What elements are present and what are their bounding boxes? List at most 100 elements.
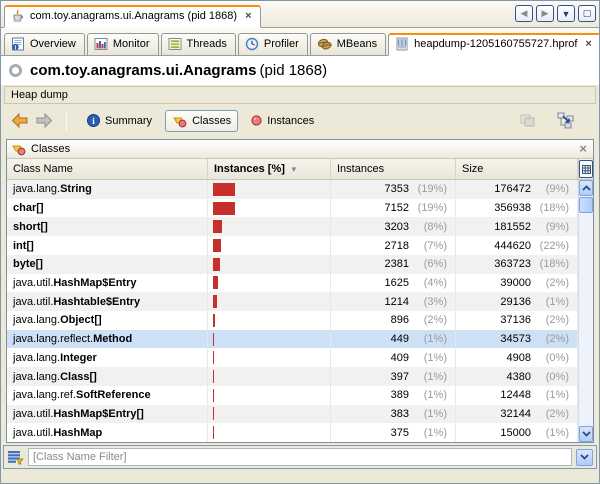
vertical-scrollbar[interactable] (578, 180, 593, 442)
instances-view-button[interactable]: Instances (244, 111, 321, 131)
class-name-filter-bar (3, 445, 597, 469)
scroll-right-icon[interactable]: ▶ (536, 5, 554, 22)
heap-walker-icon[interactable] (557, 112, 575, 129)
classes-label: Classes (192, 115, 231, 127)
instances-bar (213, 276, 218, 289)
instances-bar (213, 202, 235, 215)
tab-label: MBeans (337, 38, 377, 50)
tab-strip-controls: ◀ ▶ ▼ ▢ (515, 4, 596, 22)
tab-overview[interactable]: i Overview (4, 33, 85, 56)
size-cell: 181552(9%) (456, 217, 578, 236)
size-cell: 444620(22%) (456, 236, 578, 255)
tab-threads[interactable]: Threads (161, 33, 236, 56)
size-cell: 32144(2%) (456, 405, 578, 424)
table-row[interactable]: java.util.HashMap$Entry[] 383(1%) 32144(… (7, 405, 578, 424)
instances-bar-cell (208, 180, 331, 199)
table-row[interactable]: short[] 3203(8%) 181552(9%) (7, 217, 578, 236)
classes-view-button[interactable]: Classes (165, 110, 238, 132)
instances-bar-cell (208, 236, 331, 255)
table-row[interactable]: java.lang.Class[] 397(1%) 4380(0%) (7, 367, 578, 386)
instances-cell: 1625(4%) (331, 274, 456, 293)
column-header-class-name[interactable]: Class Name (7, 159, 208, 179)
instances-bar-cell (208, 255, 331, 274)
classes-panel: Classes × Class Name Instances [%] ▼ Ins… (6, 139, 594, 443)
tab-monitor[interactable]: Monitor (87, 33, 159, 56)
threads-icon (168, 37, 182, 51)
forward-arrow-icon[interactable] (35, 113, 53, 128)
size-cell: 4380(0%) (456, 367, 578, 386)
instances-cell: 3203(8%) (331, 217, 456, 236)
class-name-cell: java.lang.String (7, 180, 208, 199)
class-name-cell: java.lang.Class[] (7, 367, 208, 386)
column-chooser-button[interactable] (579, 160, 593, 178)
page-title: com.toy.anagrams.ui.Anagrams (30, 62, 256, 79)
tab-profiler[interactable]: Profiler (238, 33, 308, 56)
table-row[interactable]: java.lang.reflect.Method 449(1%) 34573(2… (7, 330, 578, 349)
summary-label: Summary (105, 115, 152, 127)
instances-cell: 375(1%) (331, 423, 456, 442)
tab-list-icon[interactable]: ▼ (557, 5, 575, 22)
size-cell: 29136(1%) (456, 292, 578, 311)
instances-bar (213, 239, 221, 252)
table-row[interactable]: char[] 7152(19%) 356938(18%) (7, 199, 578, 218)
close-icon[interactable]: × (585, 40, 591, 49)
table-row[interactable]: int[] 2718(7%) 444620(22%) (7, 236, 578, 255)
class-name-cell: java.util.HashMap$Entry (7, 274, 208, 293)
summary-view-button[interactable]: i Summary (80, 110, 159, 131)
heap-dump-toolbar: i Summary Classes Instances (1, 104, 599, 137)
close-icon[interactable]: × (245, 12, 251, 21)
instances-bar-cell (208, 386, 331, 405)
tab-label: Profiler (264, 38, 299, 50)
heapdump-file-icon (395, 37, 409, 51)
scrollbar-track[interactable] (579, 213, 593, 426)
tab-anagrams-document[interactable]: com.toy.anagrams.ui.Anagrams (pid 1868) … (4, 5, 261, 28)
scroll-up-icon[interactable] (579, 180, 593, 196)
close-icon[interactable]: × (579, 144, 587, 154)
filter-icon (7, 449, 24, 465)
class-name-cell: java.util.HashMap$Entry[] (7, 405, 208, 424)
instances-cell: 409(1%) (331, 348, 456, 367)
profiler-clock-icon (245, 37, 259, 51)
instances-bar (213, 370, 214, 383)
filter-options-chevron-down-icon[interactable] (576, 449, 593, 466)
classes-icon (11, 142, 26, 156)
application-ring-icon (9, 64, 22, 77)
table-row[interactable]: byte[] 2381(6%) 363723(18%) (7, 255, 578, 274)
column-header-size[interactable]: Size (456, 159, 578, 179)
maximize-icon[interactable]: ▢ (578, 5, 596, 22)
size-cell: 4908(0%) (456, 348, 578, 367)
classes-panel-header: Classes × (7, 140, 593, 159)
compare-heapdump-icon[interactable] (520, 112, 537, 129)
size-cell: 363723(18%) (456, 255, 578, 274)
instances-cell: 383(1%) (331, 405, 456, 424)
scrollbar-thumb[interactable] (579, 197, 593, 213)
tab-mbeans[interactable]: MBeans (310, 33, 386, 56)
back-arrow-icon[interactable] (11, 113, 29, 128)
column-header-instances[interactable]: Instances (331, 159, 456, 179)
table-row[interactable]: java.lang.ref.SoftReference 389(1%) 1244… (7, 386, 578, 405)
scroll-left-icon[interactable]: ◀ (515, 5, 533, 22)
table-row[interactable]: java.lang.Object[] 896(2%) 37136(2%) (7, 311, 578, 330)
table-row[interactable]: java.lang.Integer 409(1%) 4908(0%) (7, 348, 578, 367)
page-title-bar: com.toy.anagrams.ui.Anagrams (pid 1868) (1, 56, 599, 85)
column-header-instances-pct[interactable]: Instances [%] ▼ (208, 159, 331, 179)
java-cup-icon (11, 9, 25, 23)
classes-icon (172, 114, 187, 128)
instances-cell: 397(1%) (331, 367, 456, 386)
instances-cell: 1214(3%) (331, 292, 456, 311)
table-row[interactable]: java.lang.String 7353(19%) 176472(9%) (7, 180, 578, 199)
tab-heapdump[interactable]: heapdump-1205160755727.hprof × (388, 33, 600, 56)
class-name-cell: java.lang.reflect.Method (7, 330, 208, 349)
class-name-cell: short[] (7, 217, 208, 236)
instances-bar-cell (208, 292, 331, 311)
size-cell: 356938(18%) (456, 199, 578, 218)
grid-icon (582, 165, 591, 174)
instance-dot-icon (251, 115, 262, 126)
scroll-down-icon[interactable] (579, 426, 593, 442)
table-row[interactable]: java.util.HashMap$Entry 1625(4%) 39000(2… (7, 274, 578, 293)
column-header-label: Instances [%] (214, 163, 285, 175)
table-row[interactable]: java.util.Hashtable$Entry 1214(3%) 29136… (7, 292, 578, 311)
class-name-filter-input[interactable] (28, 448, 572, 466)
table-row[interactable]: java.util.HashMap 375(1%) 15000(1%) (7, 423, 578, 442)
instances-bar (213, 183, 235, 196)
